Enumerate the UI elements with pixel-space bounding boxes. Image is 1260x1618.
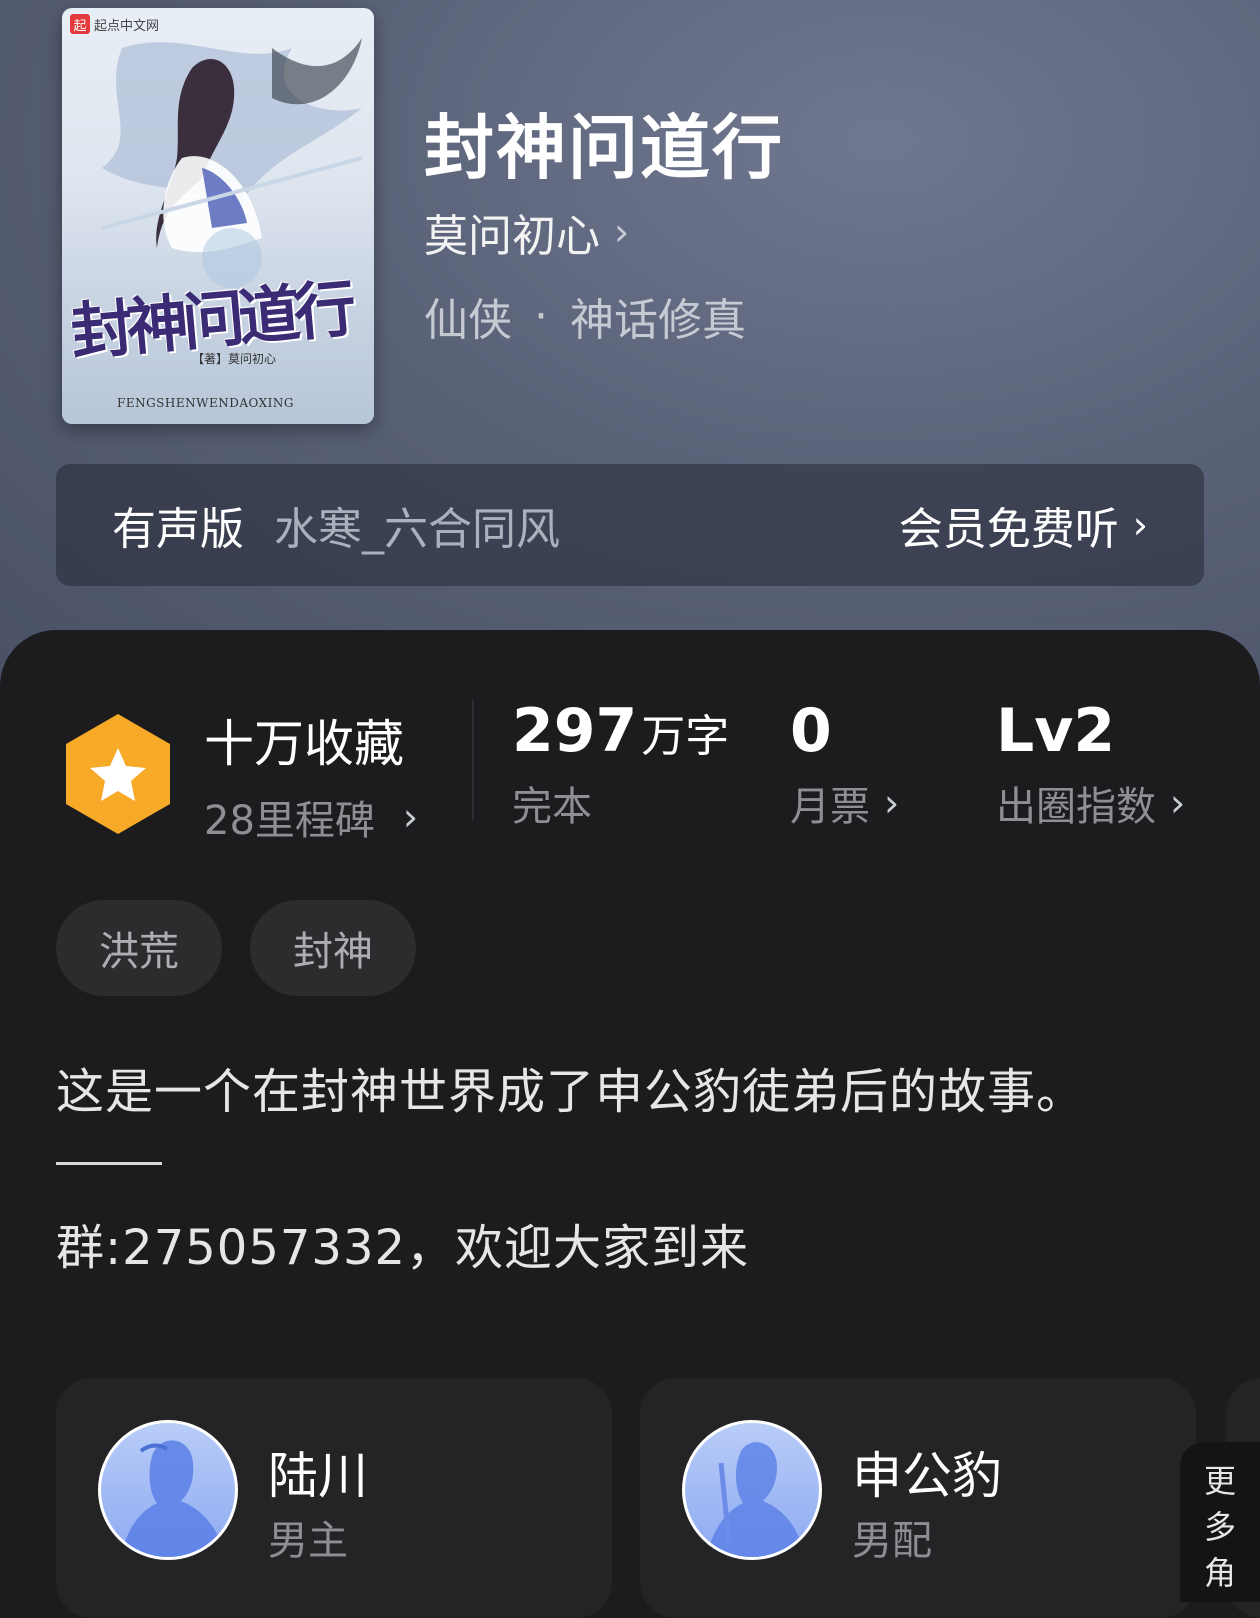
description-divider xyxy=(56,1162,162,1165)
character-name: 陆川 xyxy=(268,1447,368,1505)
free-listen-button[interactable]: 会员免费听 › xyxy=(899,493,1148,557)
character-role: 男配 xyxy=(852,1518,932,1564)
genre-subcategory[interactable]: 神话修真 xyxy=(570,284,746,348)
audio-narrator: 水寒_六合同风 xyxy=(274,504,560,555)
author-name: 莫问初心 xyxy=(424,211,600,262)
favorites-title: 十万收藏 xyxy=(204,715,404,773)
more-characters-label: 角 xyxy=(1203,1554,1236,1592)
favorites-milestone: 28里程碑 xyxy=(204,798,375,844)
breakout-index-stat[interactable]: Lv2 出圈指数 › xyxy=(996,696,1185,832)
stats-divider xyxy=(472,700,474,820)
cover-pinyin: FENGSHENWENDAOXING xyxy=(117,396,294,410)
character-role: 男主 xyxy=(268,1518,348,1564)
favorites-stat[interactable]: 十万收藏 28里程碑 › xyxy=(204,704,418,846)
character-silhouette-icon xyxy=(121,1440,225,1557)
genre-separator: · xyxy=(534,290,548,342)
cover-publisher-badge: 起 起点中文网 xyxy=(70,14,159,34)
character-silhouette-icon xyxy=(707,1442,805,1557)
more-characters-label: 更 xyxy=(1203,1462,1236,1500)
chevron-right-icon: › xyxy=(1132,503,1148,547)
chevron-right-icon: › xyxy=(1170,781,1186,825)
book-description: 这是一个在封神世界成了申公豹徒弟后的故事。 xyxy=(56,1064,1086,1120)
word-count-stat: 297万字 完本 xyxy=(512,696,729,832)
breakout-index-label: 出圈指数 xyxy=(996,784,1156,830)
word-count-number: 297 xyxy=(512,696,638,766)
avatar xyxy=(682,1420,822,1560)
more-characters-label: 多 xyxy=(1203,1508,1236,1546)
character-card[interactable]: 陆川 男主 xyxy=(56,1378,612,1618)
tag-chip[interactable]: 洪荒 xyxy=(56,900,222,996)
tag-chip[interactable]: 封神 xyxy=(250,900,416,996)
audio-label: 有声版 xyxy=(112,504,244,555)
character-name: 申公豹 xyxy=(852,1447,1002,1505)
monthly-ticket-label: 月票 xyxy=(790,784,870,830)
chevron-right-icon: › xyxy=(884,781,900,825)
chevron-right-icon: › xyxy=(402,795,419,839)
avatar xyxy=(98,1420,238,1560)
book-title: 封神问道行 xyxy=(424,106,784,189)
star-hexagon-icon xyxy=(66,714,170,834)
word-count-unit: 万字 xyxy=(641,711,730,762)
completion-status: 完本 xyxy=(512,784,592,830)
chevron-right-icon: › xyxy=(614,210,630,254)
breakout-index-level: Lv2 xyxy=(996,696,1116,766)
book-cover[interactable]: 起 起点中文网 封神问道行 【著】莫问初心 FENGSHENWENDAOXING xyxy=(62,8,374,424)
author-link[interactable]: 莫问初心 › xyxy=(424,200,629,264)
publisher-logo-icon: 起 xyxy=(70,14,90,34)
monthly-ticket-number: 0 xyxy=(790,696,832,766)
genre-category[interactable]: 仙侠 xyxy=(424,284,512,348)
cover-author-credit: 【著】莫问初心 xyxy=(192,352,277,366)
monthly-ticket-stat[interactable]: 0 月票 › xyxy=(790,696,899,832)
cover-publisher: 起点中文网 xyxy=(94,18,160,34)
free-listen-label: 会员免费听 xyxy=(898,504,1119,555)
book-description-group: 群:275057332，欢迎大家到来 xyxy=(56,1220,750,1276)
more-characters-button[interactable]: 更 多 角 xyxy=(1180,1442,1260,1602)
audio-version-bar[interactable]: 有声版 水寒_六合同风 会员免费听 › xyxy=(56,464,1204,586)
book-genre: 仙侠 · 神话修真 xyxy=(424,284,746,348)
character-card[interactable]: 申公豹 男配 xyxy=(640,1378,1196,1618)
